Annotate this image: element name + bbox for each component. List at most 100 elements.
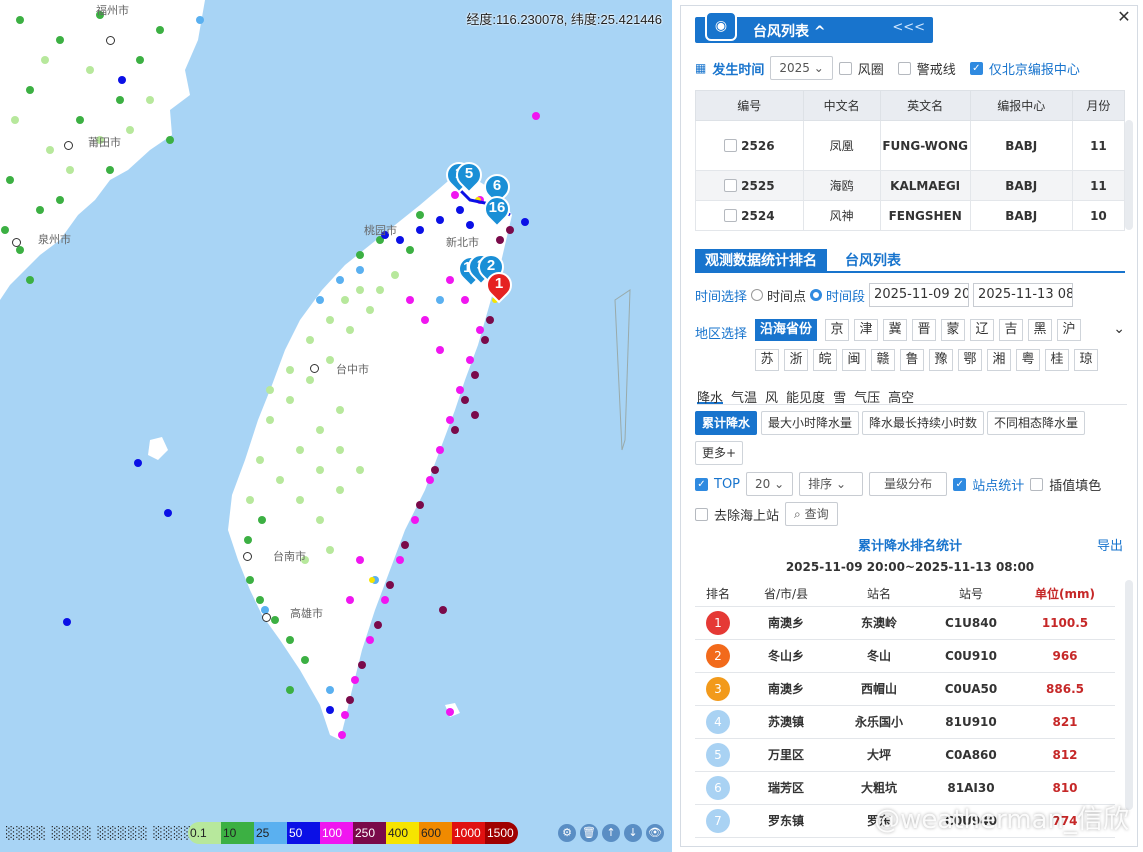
province-button[interactable]: 苏: [755, 349, 779, 371]
city-label: 台中市: [336, 364, 369, 376]
province-button[interactable]: 黑: [1028, 319, 1052, 341]
warning-checkbox[interactable]: [897, 61, 911, 75]
station-cell: 冬山: [831, 639, 927, 673]
element-tab[interactable]: 能见度: [786, 387, 825, 406]
grade-distribution-button[interactable]: 量级分布: [869, 472, 948, 496]
row-checkbox[interactable]: [723, 138, 737, 152]
county-cell: 苏澳镇: [741, 705, 831, 739]
remove-sea-checkbox[interactable]: [695, 507, 708, 521]
province-button[interactable]: 闽: [842, 349, 866, 371]
settings-icon[interactable]: ⚙: [558, 824, 576, 842]
side-panel: ✕ ◉ 台风列表 ^ <<< ▦ 发生时间 2025 ⌄ 风圈 警戒线 ✓ 仅北…: [680, 5, 1138, 847]
element-tab[interactable]: 气压: [854, 387, 880, 406]
stats-range: 2025-11-09 20:00~2025-11-13 08:00: [785, 560, 1035, 574]
coastal-province-button[interactable]: 沿海省份: [755, 319, 818, 341]
delete-icon[interactable]: 🗑: [580, 824, 598, 842]
element-tab[interactable]: 雪: [833, 387, 846, 406]
sort-select[interactable]: 排序 ⌄: [799, 472, 864, 496]
value-cell: 886.5: [1015, 672, 1115, 706]
table-row[interactable]: 2525 海鸥 KALMAEGI BABJ 11: [695, 170, 1126, 201]
rank-one-marker[interactable]: 1: [480, 266, 518, 304]
city-label: 莆田市: [88, 137, 121, 149]
station-stats-checkbox[interactable]: ✓: [953, 477, 967, 491]
table-row[interactable]: 2524 风神 FENGSHEN BABJ 10: [695, 200, 1126, 231]
province-button[interactable]: 琼: [1074, 349, 1098, 371]
county-cell: 瑞芳区: [741, 771, 831, 805]
province-button[interactable]: 粤: [1016, 349, 1040, 371]
top-count-select[interactable]: 20 ⌄: [746, 472, 794, 496]
tab-observation-ranking[interactable]: 观测数据统计排名: [695, 249, 827, 273]
start-time-input[interactable]: 2025-11-09 20:: [869, 283, 970, 307]
more-button[interactable]: 更多+: [695, 441, 744, 465]
province-button[interactable]: 桂: [1045, 349, 1069, 371]
table-row[interactable]: 3 南澳乡 西帽山 C0UA50 886.5: [695, 672, 1115, 706]
map-view[interactable]: 经度:116.230078, 纬度:25.421446 福州市 莆田市 泉州市 …: [0, 0, 672, 852]
circle-checkbox[interactable]: [838, 61, 852, 75]
rank-badge: 6: [706, 775, 730, 800]
tab-typhoon-list[interactable]: 台风列表: [845, 249, 901, 273]
city-marker: [262, 613, 271, 622]
province-button[interactable]: 蒙: [941, 319, 965, 341]
export-link[interactable]: 导出: [1097, 535, 1123, 554]
province-button[interactable]: 赣: [871, 349, 895, 371]
arrow-up-icon[interactable]: ↑: [602, 824, 620, 842]
top-checkbox[interactable]: ✓: [695, 477, 708, 491]
cumulative-precip-button[interactable]: 累计降水: [695, 411, 758, 435]
province-button[interactable]: 辽: [970, 319, 994, 341]
table-row[interactable]: 5 万里区 大坪 C0A860 812: [695, 738, 1115, 772]
typhoon-table-scrollbar[interactable]: [1125, 120, 1133, 230]
province-button[interactable]: 京: [825, 319, 849, 341]
province-button[interactable]: 沪: [1057, 319, 1081, 341]
station-stats-label: 站点统计: [972, 478, 1025, 494]
province-button[interactable]: 冀: [883, 319, 907, 341]
county-cell: 万里区: [741, 738, 831, 772]
province-button[interactable]: 鄂: [958, 349, 982, 371]
province-button[interactable]: 津: [854, 319, 878, 341]
city-marker: [106, 36, 115, 45]
beijing-only-checkbox[interactable]: ✓: [969, 61, 983, 75]
ranking-scrollbar[interactable]: [1125, 580, 1133, 810]
typhoon-list-header[interactable]: ◉ 台风列表 ^ <<<: [695, 11, 933, 43]
year-select[interactable]: 2025 ⌄: [770, 56, 833, 80]
province-button[interactable]: 吉: [999, 319, 1023, 341]
max-hourly-precip-button[interactable]: 最大小时降水量: [761, 411, 860, 435]
row-checkbox[interactable]: [723, 208, 737, 222]
end-time-input[interactable]: 2025-11-13 08:: [973, 283, 1074, 307]
table-row[interactable]: 2 冬山乡 冬山 C0U910 966: [695, 639, 1115, 673]
element-tab[interactable]: 高空: [888, 387, 914, 406]
collapse-icon[interactable]: <<<: [892, 20, 925, 35]
province-button[interactable]: 豫: [929, 349, 953, 371]
options-row: ✓ TOP 20 ⌄ 排序 ⌄ 量级分布 ✓ 站点统计 插值填色: [695, 472, 1101, 496]
province-button[interactable]: 皖: [813, 349, 837, 371]
table-row[interactable]: 2526 凤凰 FUNG-WONG BABJ 11: [695, 120, 1126, 171]
code-cell: C1U840: [927, 606, 1015, 640]
rank-badge: 2: [706, 643, 730, 668]
element-tab[interactable]: 降水: [697, 387, 724, 406]
element-tab[interactable]: 气温: [731, 387, 757, 406]
row-checkbox[interactable]: [723, 178, 737, 192]
interp-fill-checkbox[interactable]: [1030, 477, 1044, 491]
close-icon[interactable]: ✕: [1115, 8, 1133, 26]
longest-duration-button[interactable]: 降水最长持续小时数: [862, 411, 985, 435]
county-cell: 冬山乡: [741, 639, 831, 673]
table-row[interactable]: 1 南澳乡 东澳岭 C1U840 1100.5: [695, 606, 1115, 640]
query-button[interactable]: ⌕ 查询: [785, 502, 838, 526]
typhoon-marker[interactable]: 5: [450, 156, 488, 194]
table-row[interactable]: 4 苏澳镇 永乐国小 81U910 821: [695, 705, 1115, 739]
col-header: 站号: [927, 582, 1015, 607]
time-point-radio[interactable]: [751, 289, 764, 301]
arrow-down-icon[interactable]: ↓: [624, 824, 642, 842]
chevron-down-icon[interactable]: ⌄: [1113, 321, 1125, 337]
phase-precip-button[interactable]: 不同相态降水量: [987, 411, 1086, 435]
province-button[interactable]: 晋: [912, 319, 936, 341]
legend-swatch: 10: [221, 822, 254, 844]
province-button[interactable]: 浙: [784, 349, 808, 371]
time-range-radio[interactable]: [810, 289, 823, 301]
value-cell: 821: [1015, 705, 1115, 739]
typhoon-marker[interactable]: 16: [478, 190, 516, 228]
legend-swatch: 25: [254, 822, 287, 844]
province-button[interactable]: 鲁: [900, 349, 924, 371]
province-button[interactable]: 湘: [987, 349, 1011, 371]
eye-icon[interactable]: 👁: [646, 824, 664, 842]
element-tab[interactable]: 风: [765, 387, 778, 406]
